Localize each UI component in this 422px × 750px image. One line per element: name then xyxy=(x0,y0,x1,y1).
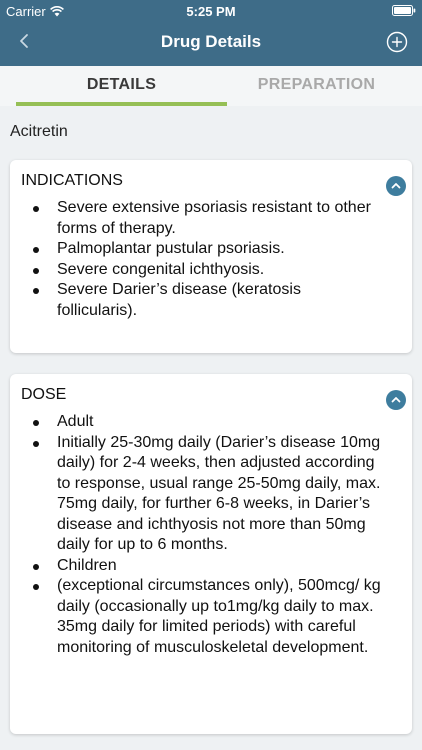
list-item: Children xyxy=(33,556,382,577)
drug-name: Acitretin xyxy=(10,123,68,140)
section-title: INDICATIONS xyxy=(21,172,123,189)
list-item: Severe Darier’s disease (keratosis folli… xyxy=(33,280,382,321)
tab-active-indicator xyxy=(16,102,227,106)
indications-list: Severe extensive psoriasis resistant to … xyxy=(10,198,412,321)
status-bar: Carrier 5:25 PM xyxy=(0,0,422,22)
section-title: DOSE xyxy=(21,386,67,403)
app-header: Carrier 5:25 PM Drug Details xyxy=(0,0,422,66)
plus-circle-icon[interactable] xyxy=(386,31,408,53)
tab-preparation[interactable]: PREPARATION xyxy=(211,66,422,106)
list-item: Palmoplantar pustular psoriasis. xyxy=(33,239,382,260)
indications-card: INDICATIONS Severe extensive psoriasis r… xyxy=(10,160,412,353)
list-item: Severe extensive psoriasis resistant to … xyxy=(33,198,382,239)
tab-details[interactable]: DETAILS xyxy=(16,66,227,106)
chevron-up-icon xyxy=(391,397,401,403)
collapse-button[interactable] xyxy=(386,390,406,410)
battery-icon xyxy=(392,5,416,16)
list-item: Severe congenital ichthyosis. xyxy=(33,260,382,281)
list-item: (exceptional circumstances only), 500mcg… xyxy=(33,576,382,658)
dose-card: DOSE Adult Initially 25-30mg daily (Dari… xyxy=(10,374,412,734)
status-time: 5:25 PM xyxy=(186,4,236,19)
page-title: Drug Details xyxy=(160,32,262,51)
list-item: Initially 25-30mg daily (Darier’s diseas… xyxy=(33,433,382,556)
chevron-up-icon xyxy=(391,183,401,189)
collapse-button[interactable] xyxy=(386,176,406,196)
tab-bar: DETAILS PREPARATION xyxy=(0,66,422,106)
dose-list: Adult Initially 25-30mg daily (Darier’s … xyxy=(10,412,412,658)
list-item: Adult xyxy=(33,412,382,433)
